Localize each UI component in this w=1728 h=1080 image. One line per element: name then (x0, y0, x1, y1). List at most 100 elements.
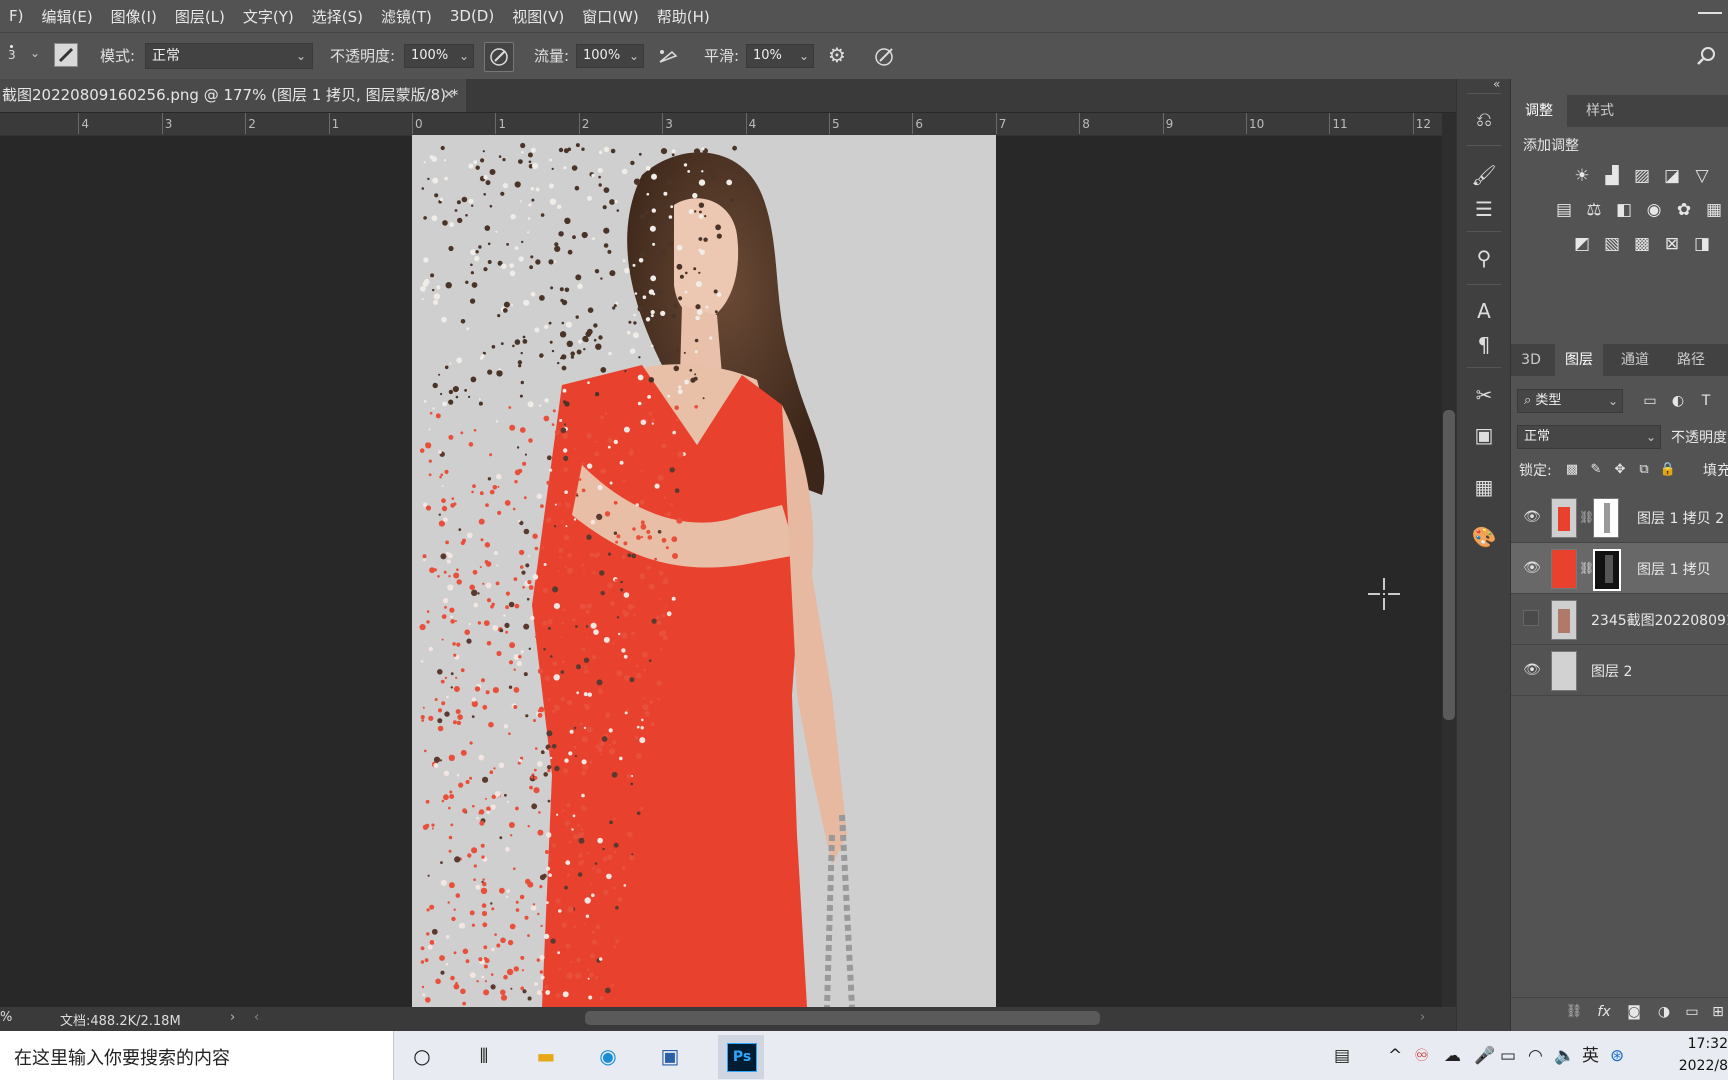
tab-layers[interactable]: 图层 (1555, 344, 1603, 376)
new-adjustment-icon[interactable]: ◑ (1653, 1001, 1675, 1023)
chevron-down-icon[interactable]: ⌄ (30, 46, 40, 60)
lock-transparent-icon[interactable]: ▩ (1561, 459, 1583, 481)
smoothing-input[interactable]: 10% ⌄ (746, 44, 814, 68)
chain-link-icon[interactable]: ⛓ (1579, 561, 1594, 575)
news-icon[interactable]: ▤ (1334, 1045, 1350, 1067)
document-tab[interactable]: 截图20220809160256.png @ 177% (图层 1 拷贝, 图层… (0, 79, 466, 112)
tab-paths[interactable]: 路径 (1667, 344, 1715, 376)
tool-presets-icon[interactable]: ☰ (1469, 195, 1499, 223)
volume-icon[interactable]: 🔈 (1554, 1045, 1575, 1067)
filter-pixel-icon[interactable]: ▭ (1639, 390, 1661, 412)
brightness-icon[interactable]: ☀ (1571, 165, 1593, 187)
taskbar-search-box[interactable]: 在这里输入你要搜索的内容 (0, 1031, 394, 1080)
palette-icon[interactable]: 🎨 (1469, 523, 1499, 551)
airbrush-icon[interactable] (654, 44, 682, 68)
vertical-scroll-thumb[interactable] (1443, 410, 1455, 720)
photo-filter-icon[interactable]: ◉ (1643, 199, 1665, 221)
tools-icon[interactable]: ✂ (1469, 381, 1499, 409)
new-group-icon[interactable]: ▭ (1681, 1001, 1703, 1023)
add-mask-icon[interactable]: ◙ (1623, 1001, 1645, 1023)
photoshop-taskbar-icon[interactable]: Ps (718, 1035, 764, 1079)
character-icon[interactable]: A (1469, 297, 1499, 325)
lock-all-icon[interactable]: 🔒 (1657, 459, 1679, 481)
channel-mixer-icon[interactable]: ✿ (1673, 199, 1695, 221)
lock-image-icon[interactable]: ✎ (1585, 459, 1607, 481)
ime-icon[interactable]: ⊛ (1610, 1045, 1624, 1067)
edge-browser-icon[interactable]: ◉ (594, 1043, 622, 1069)
eye-icon[interactable]: 👁 (1523, 661, 1541, 679)
paragraph-icon[interactable]: ¶ (1469, 331, 1499, 359)
tray-app-icon[interactable]: ♾ (1414, 1045, 1429, 1067)
menu-select[interactable]: 选择(S) (303, 6, 372, 27)
collapse-panels-icon[interactable]: « (1493, 77, 1500, 91)
hue-saturation-icon[interactable]: ▤ (1553, 199, 1575, 221)
task-view-icon[interactable]: ⫴ (470, 1043, 498, 1069)
brush-preset-picker[interactable]: 3 (6, 43, 20, 69)
menu-file[interactable]: F) (0, 7, 32, 25)
curves-icon[interactable]: ▨ (1631, 165, 1653, 187)
clone-source-icon[interactable]: ⚲ (1469, 244, 1499, 272)
layer-row[interactable]: 2345截图2022080916 (1511, 594, 1728, 645)
menu-type[interactable]: 文字(Y) (234, 6, 303, 27)
brush-angle-icon[interactable] (872, 43, 898, 69)
filter-adjustment-icon[interactable]: ◐ (1667, 390, 1689, 412)
eye-icon[interactable]: 👁 (1523, 508, 1541, 526)
levels-icon[interactable]: ▟ (1601, 165, 1623, 187)
vibrance-icon[interactable]: ▽ (1691, 165, 1713, 187)
posterize-icon[interactable]: ▧ (1601, 233, 1623, 255)
pressure-opacity-button[interactable] (484, 42, 514, 72)
gear-icon[interactable]: ⚙ (824, 43, 850, 69)
tab-styles[interactable]: 样式 (1575, 95, 1625, 127)
lock-artboard-icon[interactable]: ⧉ (1633, 459, 1655, 481)
tab-channels[interactable]: 通道 (1611, 344, 1659, 376)
document-canvas[interactable] (412, 135, 996, 1007)
menu-view[interactable]: 视图(V) (503, 6, 573, 27)
brush-settings-icon[interactable]: 🖌 (1469, 161, 1499, 189)
input-method-icon[interactable]: 英 (1582, 1045, 1599, 1067)
fx-icon[interactable]: fx (1593, 1001, 1615, 1023)
layer-filter-kind[interactable]: ⌕ 类型 ⌄ (1517, 389, 1623, 413)
menu-filter[interactable]: 滤镜(T) (372, 6, 441, 27)
wifi-icon[interactable]: ◠ (1528, 1045, 1543, 1067)
menu-3d[interactable]: 3D(D) (441, 7, 503, 25)
scroll-right-icon[interactable]: › (1420, 1010, 1425, 1025)
invert-icon[interactable]: ◩ (1571, 233, 1593, 255)
chevron-right-icon[interactable]: › (230, 1010, 235, 1025)
lock-position-icon[interactable]: ✥ (1609, 459, 1631, 481)
scroll-left-icon[interactable]: ‹ (254, 1010, 259, 1025)
chain-link-icon[interactable]: ⛓ (1579, 510, 1594, 524)
menu-window[interactable]: 窗口(W) (573, 6, 648, 27)
threshold-icon[interactable]: ▩ (1631, 233, 1653, 255)
tab-3d[interactable]: 3D (1511, 344, 1551, 376)
microphone-icon[interactable]: 🎤 (1474, 1045, 1495, 1067)
store-icon[interactable]: ▣ (656, 1043, 684, 1069)
layer-row-selected[interactable]: 👁 ⛓ 图层 1 拷贝 (1511, 543, 1728, 594)
gradient-map-icon[interactable]: ◨ (1691, 233, 1713, 255)
search-icon[interactable] (1694, 43, 1720, 69)
brush-panel-toggle-icon[interactable] (54, 43, 78, 67)
cloud-icon[interactable]: ☁ (1444, 1045, 1461, 1067)
history-icon[interactable]: ⎌ (1469, 105, 1499, 133)
status-zoom[interactable]: % (0, 1010, 12, 1025)
layer-row[interactable]: 👁 ⛓ 图层 1 拷贝 2 (1511, 492, 1728, 543)
close-icon[interactable]: ✕ (443, 79, 455, 112)
grid-icon[interactable]: ▦ (1469, 473, 1499, 501)
opacity-input[interactable]: 100% ⌄ (404, 44, 474, 68)
eye-icon[interactable]: 👁 (1523, 559, 1541, 577)
selective-color-icon[interactable]: ⊠ (1661, 233, 1683, 255)
menu-image[interactable]: 图像(I) (102, 6, 166, 27)
file-explorer-icon[interactable]: ▬ (532, 1043, 560, 1069)
battery-icon[interactable]: ▭ (1500, 1045, 1516, 1067)
horizontal-scroll-thumb[interactable] (585, 1011, 1100, 1025)
mode-select[interactable]: 正常 ⌄ (145, 43, 313, 69)
chevron-up-icon[interactable]: ^ (1388, 1045, 1402, 1067)
libraries-icon[interactable]: ▣ (1469, 421, 1499, 449)
menu-edit[interactable]: 编辑(E) (32, 6, 101, 27)
color-lookup-icon[interactable]: ▦ (1703, 199, 1725, 221)
system-clock[interactable]: 17:32 2022/8 (1672, 1033, 1728, 1077)
black-white-icon[interactable]: ◧ (1613, 199, 1635, 221)
layer-row[interactable]: 👁 图层 2 (1511, 645, 1728, 696)
cortana-icon[interactable]: ○ (408, 1043, 436, 1069)
filter-type-icon[interactable]: T (1695, 390, 1717, 412)
color-balance-icon[interactable]: ⚖ (1583, 199, 1605, 221)
